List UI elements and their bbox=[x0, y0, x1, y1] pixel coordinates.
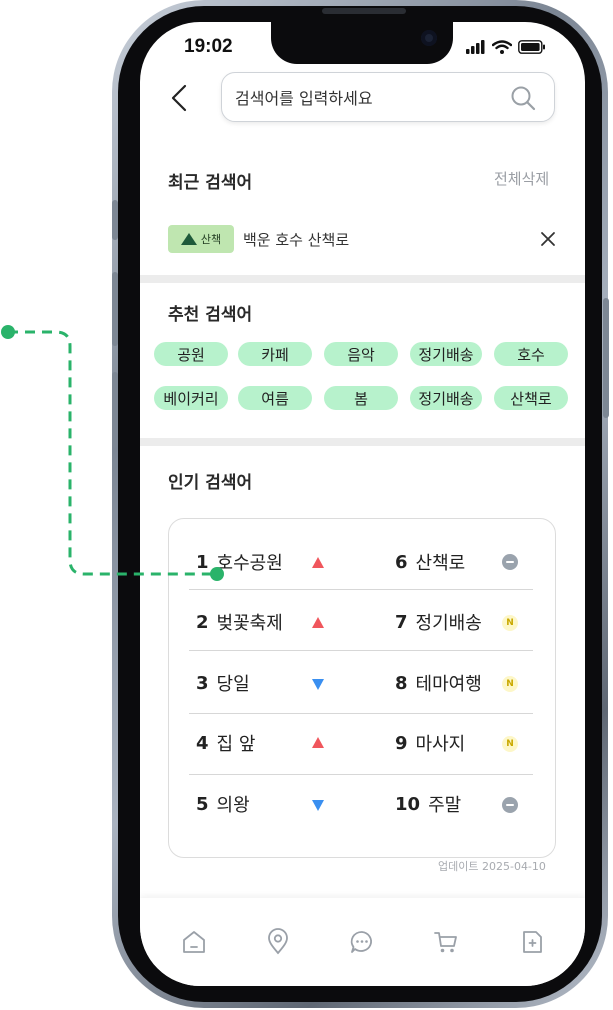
notch bbox=[271, 22, 453, 64]
rank-number: 1 bbox=[196, 551, 209, 573]
section-divider bbox=[140, 275, 585, 283]
connector-start-dot bbox=[1, 325, 15, 339]
popular-item[interactable]: 10 주말 bbox=[395, 789, 461, 819]
trend-up-icon bbox=[312, 557, 324, 568]
app-screen: 19:02 최근 검색어 전체삭제 bbox=[140, 22, 585, 986]
bottom-nav bbox=[140, 898, 585, 986]
wifi-icon bbox=[492, 40, 512, 54]
rank-number: 9 bbox=[395, 732, 408, 754]
recent-category-tag: 산책 bbox=[168, 225, 234, 253]
popular-item[interactable]: 3 당일 bbox=[196, 668, 250, 698]
search-bar[interactable] bbox=[221, 72, 555, 122]
rank-keyword: 호수공원 bbox=[216, 553, 283, 574]
search-icon[interactable] bbox=[510, 85, 536, 111]
trend-up-icon bbox=[312, 737, 324, 748]
rank-keyword: 벚꽃축제 bbox=[216, 613, 283, 634]
rank-keyword: 주말 bbox=[428, 795, 462, 816]
rank-number: 6 bbox=[395, 551, 408, 573]
mountain-icon bbox=[180, 233, 197, 245]
cart-icon[interactable] bbox=[432, 928, 460, 956]
row-divider bbox=[189, 774, 533, 775]
popular-item[interactable]: 7 정기배송 bbox=[395, 607, 482, 637]
new-badge-icon: N bbox=[502, 736, 518, 752]
row-divider bbox=[189, 650, 533, 651]
popular-item[interactable]: 9 마사지 bbox=[395, 728, 465, 758]
popular-item[interactable]: 4 집 앞 bbox=[196, 728, 255, 758]
trend-down-icon bbox=[312, 679, 324, 690]
popular-searches-title: 인기 검색어 bbox=[168, 473, 253, 493]
rank-number: 2 bbox=[196, 611, 209, 633]
popular-item[interactable]: 1 호수공원 bbox=[196, 547, 283, 577]
recommend-chip[interactable]: 봄 bbox=[324, 386, 398, 410]
recommend-chip[interactable]: 베이커리 bbox=[154, 386, 228, 410]
rank-keyword: 산책로 bbox=[415, 553, 466, 574]
recommend-chip[interactable]: 카페 bbox=[238, 342, 312, 366]
recommend-chip[interactable]: 호수 bbox=[494, 342, 568, 366]
close-icon[interactable] bbox=[538, 229, 558, 249]
row-divider bbox=[189, 589, 533, 590]
back-button[interactable] bbox=[166, 80, 192, 116]
row-divider bbox=[189, 713, 533, 714]
popular-item[interactable]: 6 산책로 bbox=[395, 547, 465, 577]
popular-item[interactable]: 2 벚꽃축제 bbox=[196, 607, 283, 637]
rank-number: 5 bbox=[196, 793, 209, 815]
rank-keyword: 정기배송 bbox=[415, 613, 482, 634]
search-input[interactable] bbox=[235, 85, 495, 111]
recent-search-text[interactable]: 백운 호수 산책로 bbox=[243, 229, 349, 250]
rank-keyword: 테마여행 bbox=[415, 674, 482, 695]
update-date: 업데이트 2025-04-10 bbox=[438, 860, 546, 873]
status-icons bbox=[466, 40, 546, 54]
popular-item[interactable]: 8 테마여행 bbox=[395, 668, 482, 698]
trend-down-icon bbox=[312, 800, 324, 811]
recommend-chip[interactable]: 정기배송 bbox=[410, 342, 482, 366]
speaker-grille bbox=[322, 8, 406, 14]
battery-icon bbox=[518, 40, 545, 54]
rank-keyword: 당일 bbox=[216, 674, 250, 695]
rank-number: 10 bbox=[395, 793, 421, 815]
chevron-left-icon bbox=[171, 84, 187, 112]
trend-same-icon bbox=[502, 797, 518, 813]
recent-tag-label: 산책 bbox=[200, 233, 222, 246]
recommend-chip[interactable]: 산책로 bbox=[494, 386, 568, 410]
rank-keyword: 의왕 bbox=[216, 795, 250, 816]
rank-keyword: 집 앞 bbox=[216, 734, 256, 755]
recommended-searches-title: 추천 검색어 bbox=[168, 305, 253, 325]
recommend-chip[interactable]: 여름 bbox=[238, 386, 312, 410]
home-icon[interactable] bbox=[180, 928, 208, 956]
document-icon[interactable] bbox=[518, 928, 546, 956]
recent-search-item[interactable]: 산책 백운 호수 산책로 bbox=[168, 225, 558, 255]
trend-same-icon bbox=[502, 554, 518, 570]
trend-up-icon bbox=[312, 617, 324, 628]
rank-number: 8 bbox=[395, 672, 408, 694]
front-camera bbox=[421, 30, 437, 46]
recommend-chip[interactable]: 공원 bbox=[154, 342, 228, 366]
new-badge-icon: N bbox=[502, 676, 518, 692]
location-icon[interactable] bbox=[264, 928, 292, 956]
signal-icon bbox=[466, 40, 485, 54]
power-button bbox=[603, 298, 609, 418]
popular-ranking-card: 1 호수공원 2 벚꽃축제 3 당일 4 집 앞 5 의왕 6 산책로 7 정기… bbox=[168, 518, 556, 858]
recommend-chip[interactable]: 음악 bbox=[324, 342, 398, 366]
rank-number: 4 bbox=[196, 732, 209, 754]
section-divider bbox=[140, 438, 585, 446]
rank-number: 3 bbox=[196, 672, 209, 694]
recommend-chip[interactable]: 정기배송 bbox=[410, 386, 482, 410]
new-badge-icon: N bbox=[502, 615, 518, 631]
clear-all-button[interactable]: 전체삭제 bbox=[494, 168, 549, 189]
recent-searches-title: 최근 검색어 bbox=[168, 173, 253, 193]
rank-keyword: 마사지 bbox=[415, 734, 466, 755]
status-time: 19:02 bbox=[184, 36, 233, 57]
rank-number: 7 bbox=[395, 611, 408, 633]
popular-item[interactable]: 5 의왕 bbox=[196, 789, 250, 819]
chat-icon[interactable] bbox=[348, 928, 376, 956]
